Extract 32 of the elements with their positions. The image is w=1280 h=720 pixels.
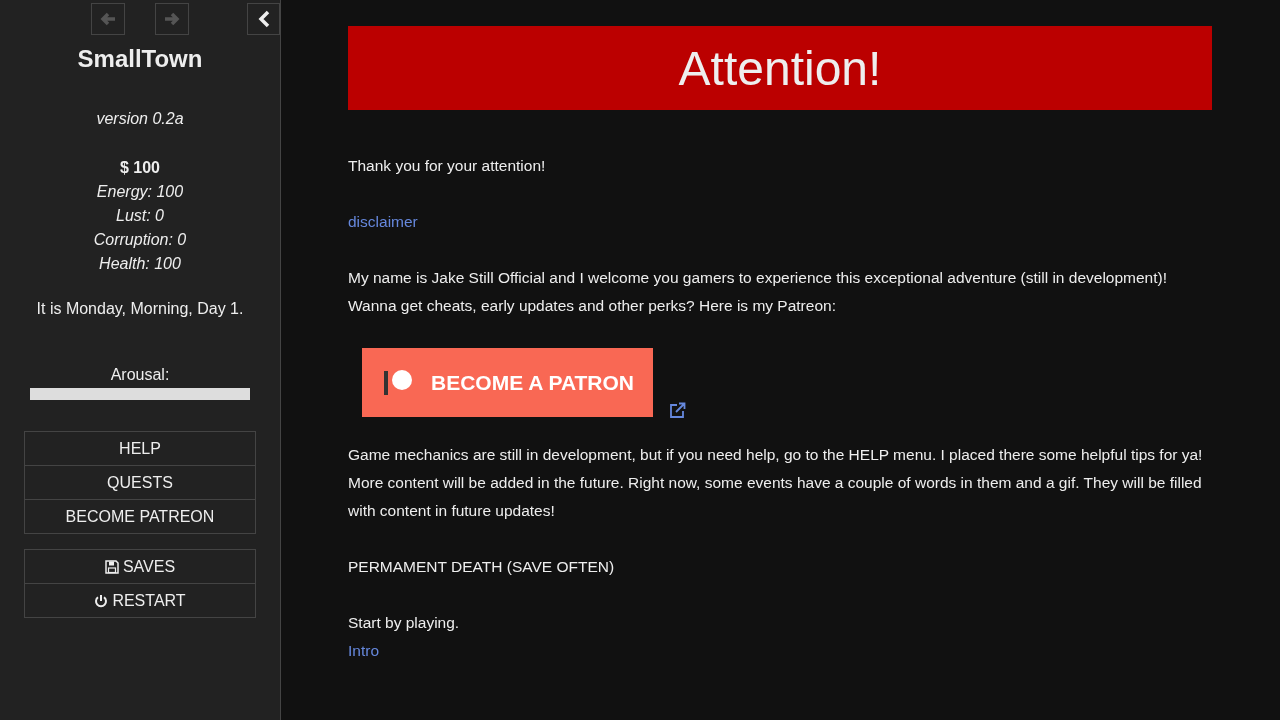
external-link-icon <box>669 402 686 419</box>
stat-text: Corruption: 0 <box>93 230 187 250</box>
disclaimer-link[interactable]: disclaimer <box>348 208 418 236</box>
money-amount: $ 100 <box>119 158 160 178</box>
paragraph-text: My name is Jake Still Official and I welcome you gamers to experience this exceptional adventure (still in development)! <box>348 268 1169 288</box>
attention-banner: Attention! <box>348 26 1212 110</box>
version-text: version 0.2a <box>96 110 184 128</box>
menu-button[interactable]: HELP <box>24 431 256 466</box>
menu-button[interactable]: QUESTS <box>24 465 256 500</box>
stat-text: Health: 100 <box>99 254 181 274</box>
menu-button[interactable]: BECOME PATREON <box>24 499 256 534</box>
menu-button[interactable]: RESTART <box>24 583 256 618</box>
patreon-logo-icon <box>383 368 413 397</box>
paragraph-text: Start by playing. <box>348 613 461 633</box>
chevron-left-icon <box>256 10 271 28</box>
right-arrow-icon <box>162 10 182 28</box>
game-title: SmallTown <box>77 45 203 73</box>
left-arrow-icon <box>98 10 118 28</box>
stat-text: Lust: 0 <box>116 206 164 226</box>
paragraph-text: PERMAMENT DEATH (SAVE OFTEN) <box>348 557 616 577</box>
collapse-sidebar-button[interactable] <box>247 3 280 35</box>
paragraph-text: Game mechanics are still in development, but if you need help, go to the HELP menu. I placed there some helpful tips for ya! <box>348 445 1204 465</box>
meter-label: Arousal: <box>110 366 170 384</box>
paragraph-text: Thank you for your attention! <box>348 156 547 176</box>
paragraph-text: Wanna get cheats, early updates and other perks? Here is my Patreon: <box>348 296 837 316</box>
menu-button[interactable]: SAVES <box>24 549 256 584</box>
time-text: It is Monday, Morning, Day 1. <box>36 300 244 318</box>
stat-text: Energy: 100 <box>96 182 184 202</box>
paragraph-text: More content will be added in the future. Right now, some events have a couple of words in them and a gif. They will be filled <box>348 473 1203 493</box>
paragraph-text: with content in future updates! <box>348 501 556 521</box>
intro-link[interactable]: Intro <box>348 637 379 665</box>
power-icon <box>94 593 109 608</box>
